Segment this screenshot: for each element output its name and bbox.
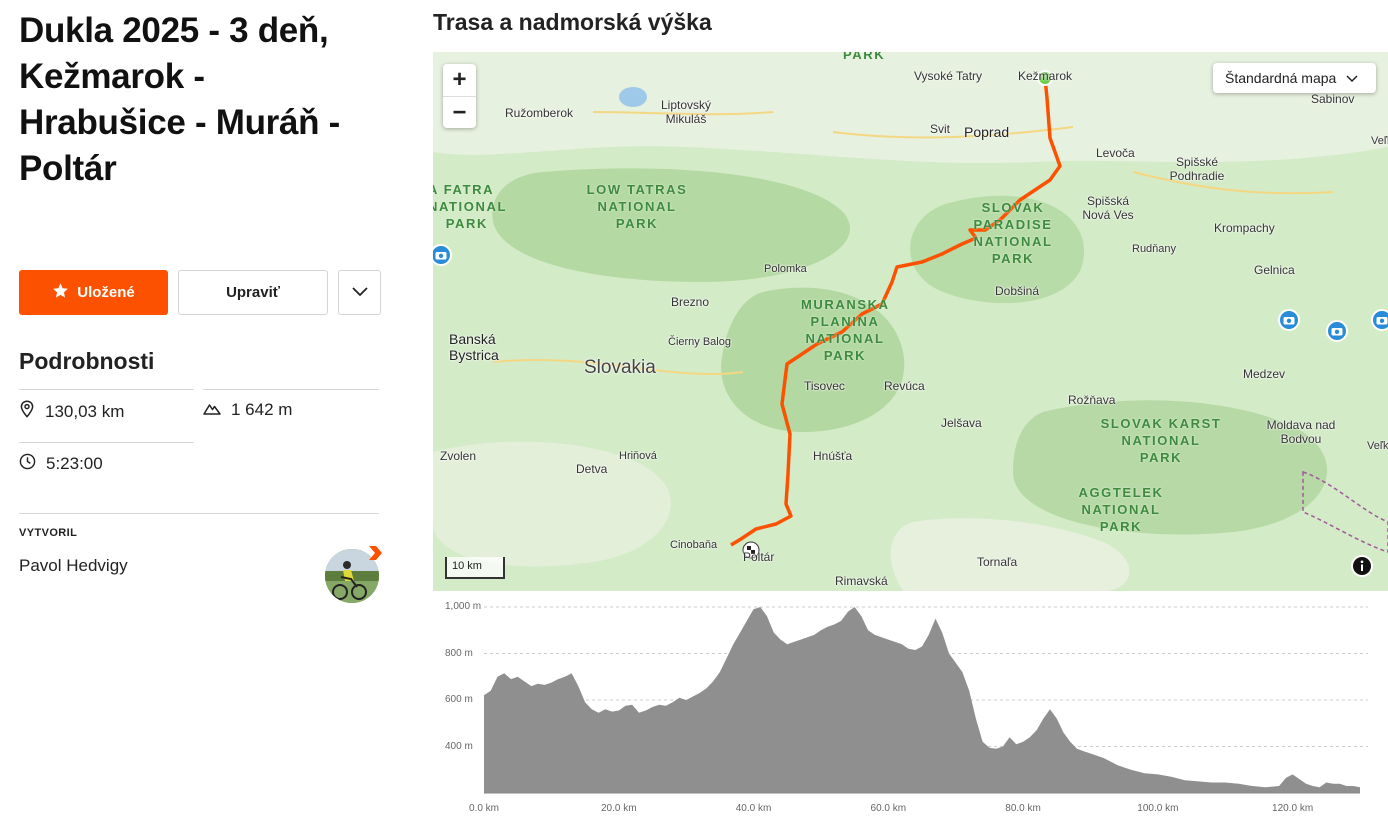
time-stat: 5:23:00 bbox=[19, 453, 103, 475]
map-label: Ružomberok bbox=[505, 106, 574, 120]
map-label: Rožňava bbox=[1068, 393, 1116, 407]
zoom-out-button[interactable]: − bbox=[443, 97, 476, 129]
map-label: Poprad bbox=[964, 124, 1010, 140]
route-actions: Uložené Upraviť bbox=[19, 270, 381, 315]
map-label: Poltár bbox=[743, 550, 775, 564]
map-label: Levoča bbox=[1096, 146, 1135, 160]
map-label: Rimavská bbox=[835, 574, 888, 588]
elevation-stat: 1 642 m bbox=[203, 400, 292, 420]
map-label: Čierny Balog bbox=[668, 336, 731, 348]
x-tick-label: 40.0 km bbox=[735, 803, 772, 814]
map-label: Dobšiná bbox=[995, 284, 1040, 298]
edit-button[interactable]: Upraviť bbox=[178, 270, 328, 315]
saved-button[interactable]: Uložené bbox=[19, 270, 168, 315]
park-label: A FATRA NATIONAL PARK bbox=[433, 182, 507, 231]
map-terrain bbox=[433, 52, 1388, 591]
map-label: Spišská Nová Ves bbox=[1082, 194, 1134, 222]
map-label: Revúca bbox=[884, 379, 925, 393]
park-label: SLOVAK PARADISE NATIONAL PARK bbox=[973, 200, 1053, 266]
more-options-button[interactable] bbox=[338, 270, 381, 315]
map-label: Svit bbox=[930, 122, 951, 136]
zoom-in-button[interactable]: + bbox=[443, 64, 476, 96]
map-label: Moldava nad Bodvou bbox=[1266, 418, 1336, 446]
created-by-label: VYTVORIL bbox=[19, 527, 78, 539]
map-heading: Trasa a nadmorská výška bbox=[433, 9, 712, 35]
route-sidebar: Dukla 2025 - 3 deň, Kežmarok - Hrabušice… bbox=[19, 0, 382, 603]
saved-button-label: Uložené bbox=[77, 284, 135, 301]
details-heading: Podrobnosti bbox=[19, 348, 155, 374]
elevation-plot bbox=[484, 606, 1368, 794]
map-scale: 10 km bbox=[445, 557, 505, 579]
map-label: Kežmarok bbox=[1018, 69, 1073, 83]
map-label: Krompachy bbox=[1214, 221, 1275, 235]
map-label: Hnúšťa bbox=[813, 449, 853, 463]
y-tick-label: 800 m bbox=[445, 647, 473, 659]
park-label: SLOVAK KARST NATIONAL PARK bbox=[1100, 416, 1222, 465]
chevron-down-icon bbox=[351, 284, 368, 301]
map-label: Detva bbox=[576, 462, 608, 476]
y-tick-label: 1,000 m bbox=[445, 601, 482, 612]
map-label: Hriňová bbox=[619, 450, 657, 462]
map-label: Brezno bbox=[671, 295, 710, 309]
route-page: Dukla 2025 - 3 deň, Kežmarok - Hrabušice… bbox=[0, 0, 1388, 829]
star-icon bbox=[52, 282, 69, 303]
park-label: AGGTELEK NATIONAL PARK bbox=[1078, 485, 1164, 534]
map-label: Spišské Podhradie bbox=[1169, 155, 1225, 183]
chevron-down-icon bbox=[1346, 70, 1358, 86]
zoom-controls: + − bbox=[443, 64, 476, 128]
map-type-value: Štandardná mapa bbox=[1225, 70, 1337, 86]
x-tick-label: 120.0 km bbox=[1272, 803, 1314, 814]
elevation-chart[interactable]: 1,000 m 800 m 600 m 400 m 0.0 km 20.0 km 40.0 … bbox=[433, 595, 1388, 829]
map-label: Medzev bbox=[1243, 367, 1286, 381]
route-title: Dukla 2025 - 3 deň, Kežmarok - Hrabušice… bbox=[19, 11, 341, 188]
map-label: Cinobaňa bbox=[670, 539, 718, 551]
map-label: Jelšava bbox=[941, 416, 982, 430]
map-label: Sabinov bbox=[1311, 92, 1355, 106]
clock-icon bbox=[19, 453, 36, 475]
park-label: MURANSKA PLANINA NATIONAL PARK bbox=[801, 297, 890, 363]
location-pin-icon bbox=[19, 400, 35, 423]
x-tick-label: 20.0 km bbox=[600, 803, 637, 814]
map-label: Tornaľa bbox=[977, 555, 1018, 569]
photo-pin-icon[interactable] bbox=[1278, 309, 1300, 331]
park-label: PARK bbox=[843, 52, 886, 62]
country-label: Slovakia bbox=[584, 357, 656, 378]
map-label: Liptovský Mikuláš bbox=[660, 98, 712, 126]
divider bbox=[19, 389, 194, 390]
photo-pin-icon[interactable] bbox=[1371, 309, 1388, 331]
map-label: Zvolen bbox=[440, 449, 477, 463]
subscriber-badge-icon bbox=[367, 545, 383, 561]
map-label: Gelnica bbox=[1254, 263, 1295, 277]
divider bbox=[203, 389, 379, 390]
map-label: Veľký bbox=[1371, 135, 1388, 147]
y-tick-label: 400 m bbox=[445, 740, 473, 752]
creator-name[interactable]: Pavol Hedvigy bbox=[19, 556, 128, 576]
x-tick-label: 0.0 km bbox=[468, 803, 500, 814]
distance-value: 130,03 km bbox=[45, 401, 125, 421]
map-label: Veľká I bbox=[1367, 440, 1388, 452]
route-map[interactable]: Vysoké Tatry Kežmarok Sabinov Ružomberok… bbox=[433, 52, 1388, 591]
x-tick-label: 80.0 km bbox=[1005, 803, 1041, 814]
time-value: 5:23:00 bbox=[46, 454, 103, 473]
divider bbox=[19, 442, 194, 443]
map-label: Vysoké Tatry bbox=[914, 69, 983, 83]
x-tick-label: 60.0 km bbox=[870, 803, 907, 814]
mountain-icon bbox=[203, 400, 221, 420]
park-label: LOW TATRAS NATIONAL PARK bbox=[586, 182, 688, 231]
y-tick-label: 600 m bbox=[445, 694, 473, 705]
info-icon[interactable] bbox=[1351, 555, 1373, 577]
map-label: Banská Bystrica bbox=[449, 331, 499, 363]
map-type-select[interactable]: Štandardná mapa bbox=[1213, 63, 1376, 93]
x-tick-label: 100.0 km bbox=[1137, 803, 1179, 814]
map-label: Rudňany bbox=[1132, 243, 1177, 255]
elevation-value: 1 642 m bbox=[231, 400, 293, 419]
map-label: Tisovec bbox=[804, 379, 845, 393]
map-label: Polomka bbox=[764, 263, 807, 275]
photo-pin-icon[interactable] bbox=[1326, 320, 1348, 342]
distance-stat: 130,03 km bbox=[19, 400, 124, 423]
divider bbox=[19, 513, 379, 514]
